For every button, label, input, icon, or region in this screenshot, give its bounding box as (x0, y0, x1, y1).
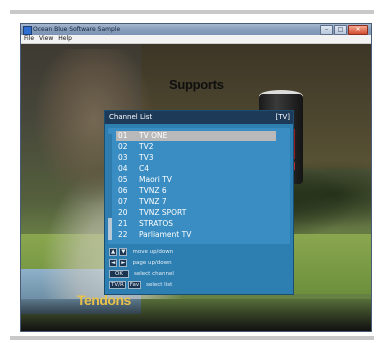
channel-row[interactable]: 06 TVNZ 6 (116, 186, 276, 196)
maximize-button[interactable]: □ (334, 25, 347, 35)
help-text: move up/down (132, 249, 174, 255)
app-window: Ocean Blue Software Sample – □ ✕ File Vi… (20, 23, 372, 332)
app-icon (23, 26, 32, 35)
channel-row[interactable]: 02 TV2 (116, 142, 276, 152)
bottom-divider (10, 336, 374, 340)
channel-row[interactable]: 03 TV3 (116, 153, 276, 163)
channel-row[interactable]: 21 STRATOS (116, 219, 276, 229)
channel-name: Maori TV (139, 175, 172, 184)
channel-name: TVNZ SPORT (139, 208, 187, 217)
channel-name: STRATOS (139, 219, 174, 228)
channel-number: 04 (118, 164, 128, 173)
channel-number: 03 (118, 153, 128, 162)
fav-key-icon: Fav (127, 281, 142, 289)
video-area[interactable]: Supports Tendons com Channel List [TV] 0… (21, 44, 371, 331)
ad-headline: Supports (169, 77, 224, 92)
channel-number: 20 (118, 208, 128, 217)
window-title: Ocean Blue Software Sample (33, 26, 121, 33)
help-row-move: ▲ ▼ move up/down (109, 247, 173, 257)
ok-key-icon: OK (109, 270, 129, 278)
down-arrow-key-icon: ▼ (119, 248, 128, 256)
minimize-button[interactable]: – (320, 25, 333, 35)
channel-name: C4 (139, 164, 150, 173)
channel-list: 01 TV ONE 02 TV2 03 TV3 04 C4 05 Maori T… (108, 128, 290, 244)
top-divider (10, 10, 374, 14)
channel-name: TVNZ 7 (139, 197, 167, 206)
left-arrow-key-icon: ◄ (109, 259, 118, 267)
channel-number: 22 (118, 230, 128, 239)
key-help: ▲ ▼ move up/down ◄ ► page up/down OK sel… (109, 247, 289, 291)
title-bar[interactable]: Ocean Blue Software Sample – □ ✕ (21, 24, 371, 35)
tv-radio-key-icon: TV/R (109, 281, 126, 289)
panel-list-tag: [TV] (275, 113, 290, 121)
menu-view[interactable]: View (39, 35, 53, 43)
channel-row[interactable]: 04 C4 (116, 164, 276, 174)
help-row-select: OK select channel (109, 269, 174, 279)
video-bottom-shade (21, 299, 371, 331)
window-controls: – □ ✕ (320, 25, 368, 35)
channel-name: TV2 (139, 142, 154, 151)
channel-row[interactable]: 07 TVNZ 7 (116, 197, 276, 207)
channel-row[interactable]: 01 TV ONE (116, 131, 276, 141)
menu-bar: File View Help (21, 35, 371, 44)
channel-number: 06 (118, 186, 128, 195)
channel-name: TVNZ 6 (139, 186, 167, 195)
help-text: select channel (134, 271, 174, 277)
help-row-list: TV/R Fav select list (109, 280, 172, 290)
up-arrow-key-icon: ▲ (109, 248, 118, 256)
help-text: select list (146, 282, 173, 288)
close-button[interactable]: ✕ (348, 25, 368, 35)
channel-name: TV ONE (139, 131, 168, 140)
panel-title: Channel List (109, 113, 153, 121)
channel-row[interactable]: 22 Parliament TV (116, 230, 276, 240)
channel-number: 01 (118, 131, 128, 140)
scrollbar[interactable] (108, 134, 112, 240)
channel-list-panel: Channel List [TV] 01 TV ONE 02 TV2 03 TV… (104, 110, 294, 295)
help-row-page: ◄ ► page up/down (109, 258, 172, 268)
menu-help[interactable]: Help (58, 35, 72, 43)
channel-row[interactable]: 05 Maori TV (116, 175, 276, 185)
right-arrow-key-icon: ► (119, 259, 128, 267)
channel-number: 07 (118, 197, 128, 206)
channel-number: 05 (118, 175, 128, 184)
menu-file[interactable]: File (24, 35, 34, 43)
panel-header: Channel List [TV] (105, 111, 293, 124)
channel-name: Parliament TV (139, 230, 192, 239)
scrollbar-thumb[interactable] (108, 218, 112, 240)
channel-name: TV3 (139, 153, 154, 162)
help-text: page up/down (132, 260, 172, 266)
channel-number: 02 (118, 142, 128, 151)
channel-row[interactable]: 20 TVNZ SPORT (116, 208, 276, 218)
channel-number: 21 (118, 219, 128, 228)
